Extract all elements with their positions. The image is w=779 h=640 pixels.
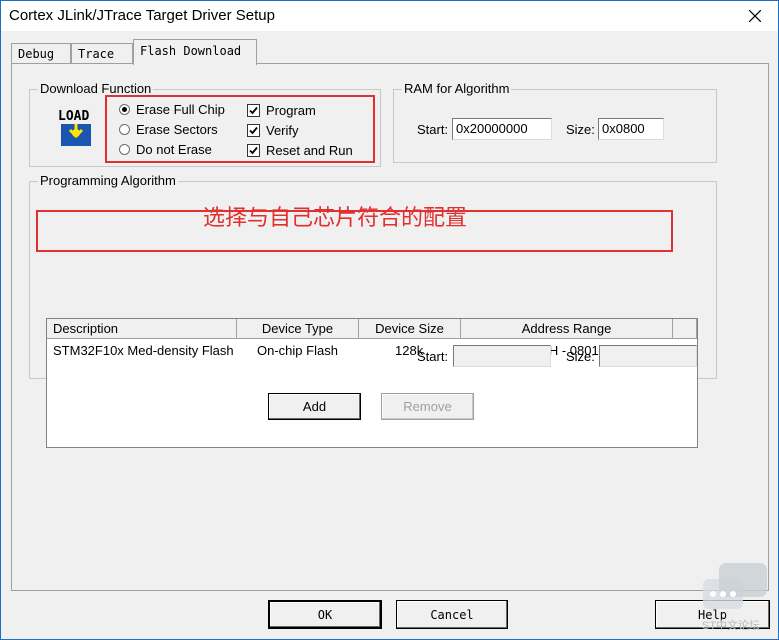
download-function-label: Download Function <box>38 81 154 96</box>
annotation-text: 选择与自己芯片符合的配置 <box>203 206 468 231</box>
dialog-window: Cortex JLink/JTrace Target Driver Setup … <box>0 0 779 640</box>
radio-indicator[interactable] <box>119 104 130 115</box>
radio-do-not-erase[interactable]: Do not Erase <box>119 142 212 157</box>
checkbox-label: Reset and Run <box>266 143 353 158</box>
checkbox-label: Verify <box>266 123 299 138</box>
column-address-range[interactable]: Address Range <box>461 319 673 339</box>
algorithm-list[interactable]: Description Device Type Device Size Addr… <box>46 318 698 448</box>
tab-flash-download[interactable]: Flash Download <box>133 39 257 65</box>
algo-size-input[interactable] <box>599 345 697 367</box>
checkbox-reset-and-run[interactable]: Reset and Run <box>247 143 353 158</box>
ram-for-algorithm-label: RAM for Algorithm <box>402 81 512 96</box>
radio-label: Do not Erase <box>136 142 212 157</box>
load-icon: LOAD <box>58 109 91 146</box>
radio-indicator[interactable] <box>119 144 130 155</box>
cell-description: STM32F10x Med-density Flash <box>53 343 234 358</box>
watermark-text: ST中文论坛 <box>702 620 761 632</box>
load-icon-text: LOAD <box>58 109 89 124</box>
column-description[interactable]: Description <box>47 319 237 339</box>
column-device-type[interactable]: Device Type <box>237 319 359 339</box>
list-header: Description Device Type Device Size Addr… <box>47 319 697 339</box>
checkbox-verify[interactable]: Verify <box>247 123 299 138</box>
programming-algorithm-label: Programming Algorithm <box>38 173 178 188</box>
cancel-button[interactable]: Cancel <box>396 600 508 629</box>
radio-label: Erase Full Chip <box>136 102 225 117</box>
algo-start-input[interactable] <box>453 345 551 367</box>
ram-size-input[interactable]: 0x0800 <box>598 118 664 140</box>
cell-device-type: On-chip Flash <box>257 343 338 358</box>
checkbox-indicator[interactable] <box>247 124 260 137</box>
checkbox-label: Program <box>266 103 316 118</box>
close-icon <box>749 10 761 22</box>
ram-size-label: Size: <box>566 122 595 137</box>
check-icon <box>249 106 258 115</box>
add-button[interactable]: Add <box>268 393 361 420</box>
remove-button[interactable]: Remove <box>381 393 474 420</box>
radio-label: Erase Sectors <box>136 122 218 137</box>
column-device-size[interactable]: Device Size <box>359 319 461 339</box>
ok-button[interactable]: OK <box>268 600 382 629</box>
radio-erase-full-chip[interactable]: Erase Full Chip <box>119 102 225 117</box>
radio-indicator[interactable] <box>119 124 130 135</box>
title-bar[interactable]: Cortex JLink/JTrace Target Driver Setup <box>1 1 778 31</box>
algo-start-label: Start: <box>417 349 449 364</box>
column-filler <box>673 319 697 339</box>
algo-size-label: Size: <box>566 349 595 364</box>
checkbox-indicator[interactable] <box>247 144 260 157</box>
ram-start-label: Start: <box>417 122 449 137</box>
check-icon <box>249 146 258 155</box>
checkbox-program[interactable]: Program <box>247 103 316 118</box>
ram-start-input[interactable]: 0x20000000 <box>452 118 552 140</box>
tab-debug[interactable]: Debug <box>11 43 71 64</box>
check-icon <box>249 126 258 135</box>
window-title: Cortex JLink/JTrace Target Driver Setup <box>9 7 275 24</box>
close-button[interactable] <box>732 1 778 31</box>
radio-erase-sectors[interactable]: Erase Sectors <box>119 122 218 137</box>
checkbox-indicator[interactable] <box>247 104 260 117</box>
tab-trace[interactable]: Trace <box>71 43 133 64</box>
